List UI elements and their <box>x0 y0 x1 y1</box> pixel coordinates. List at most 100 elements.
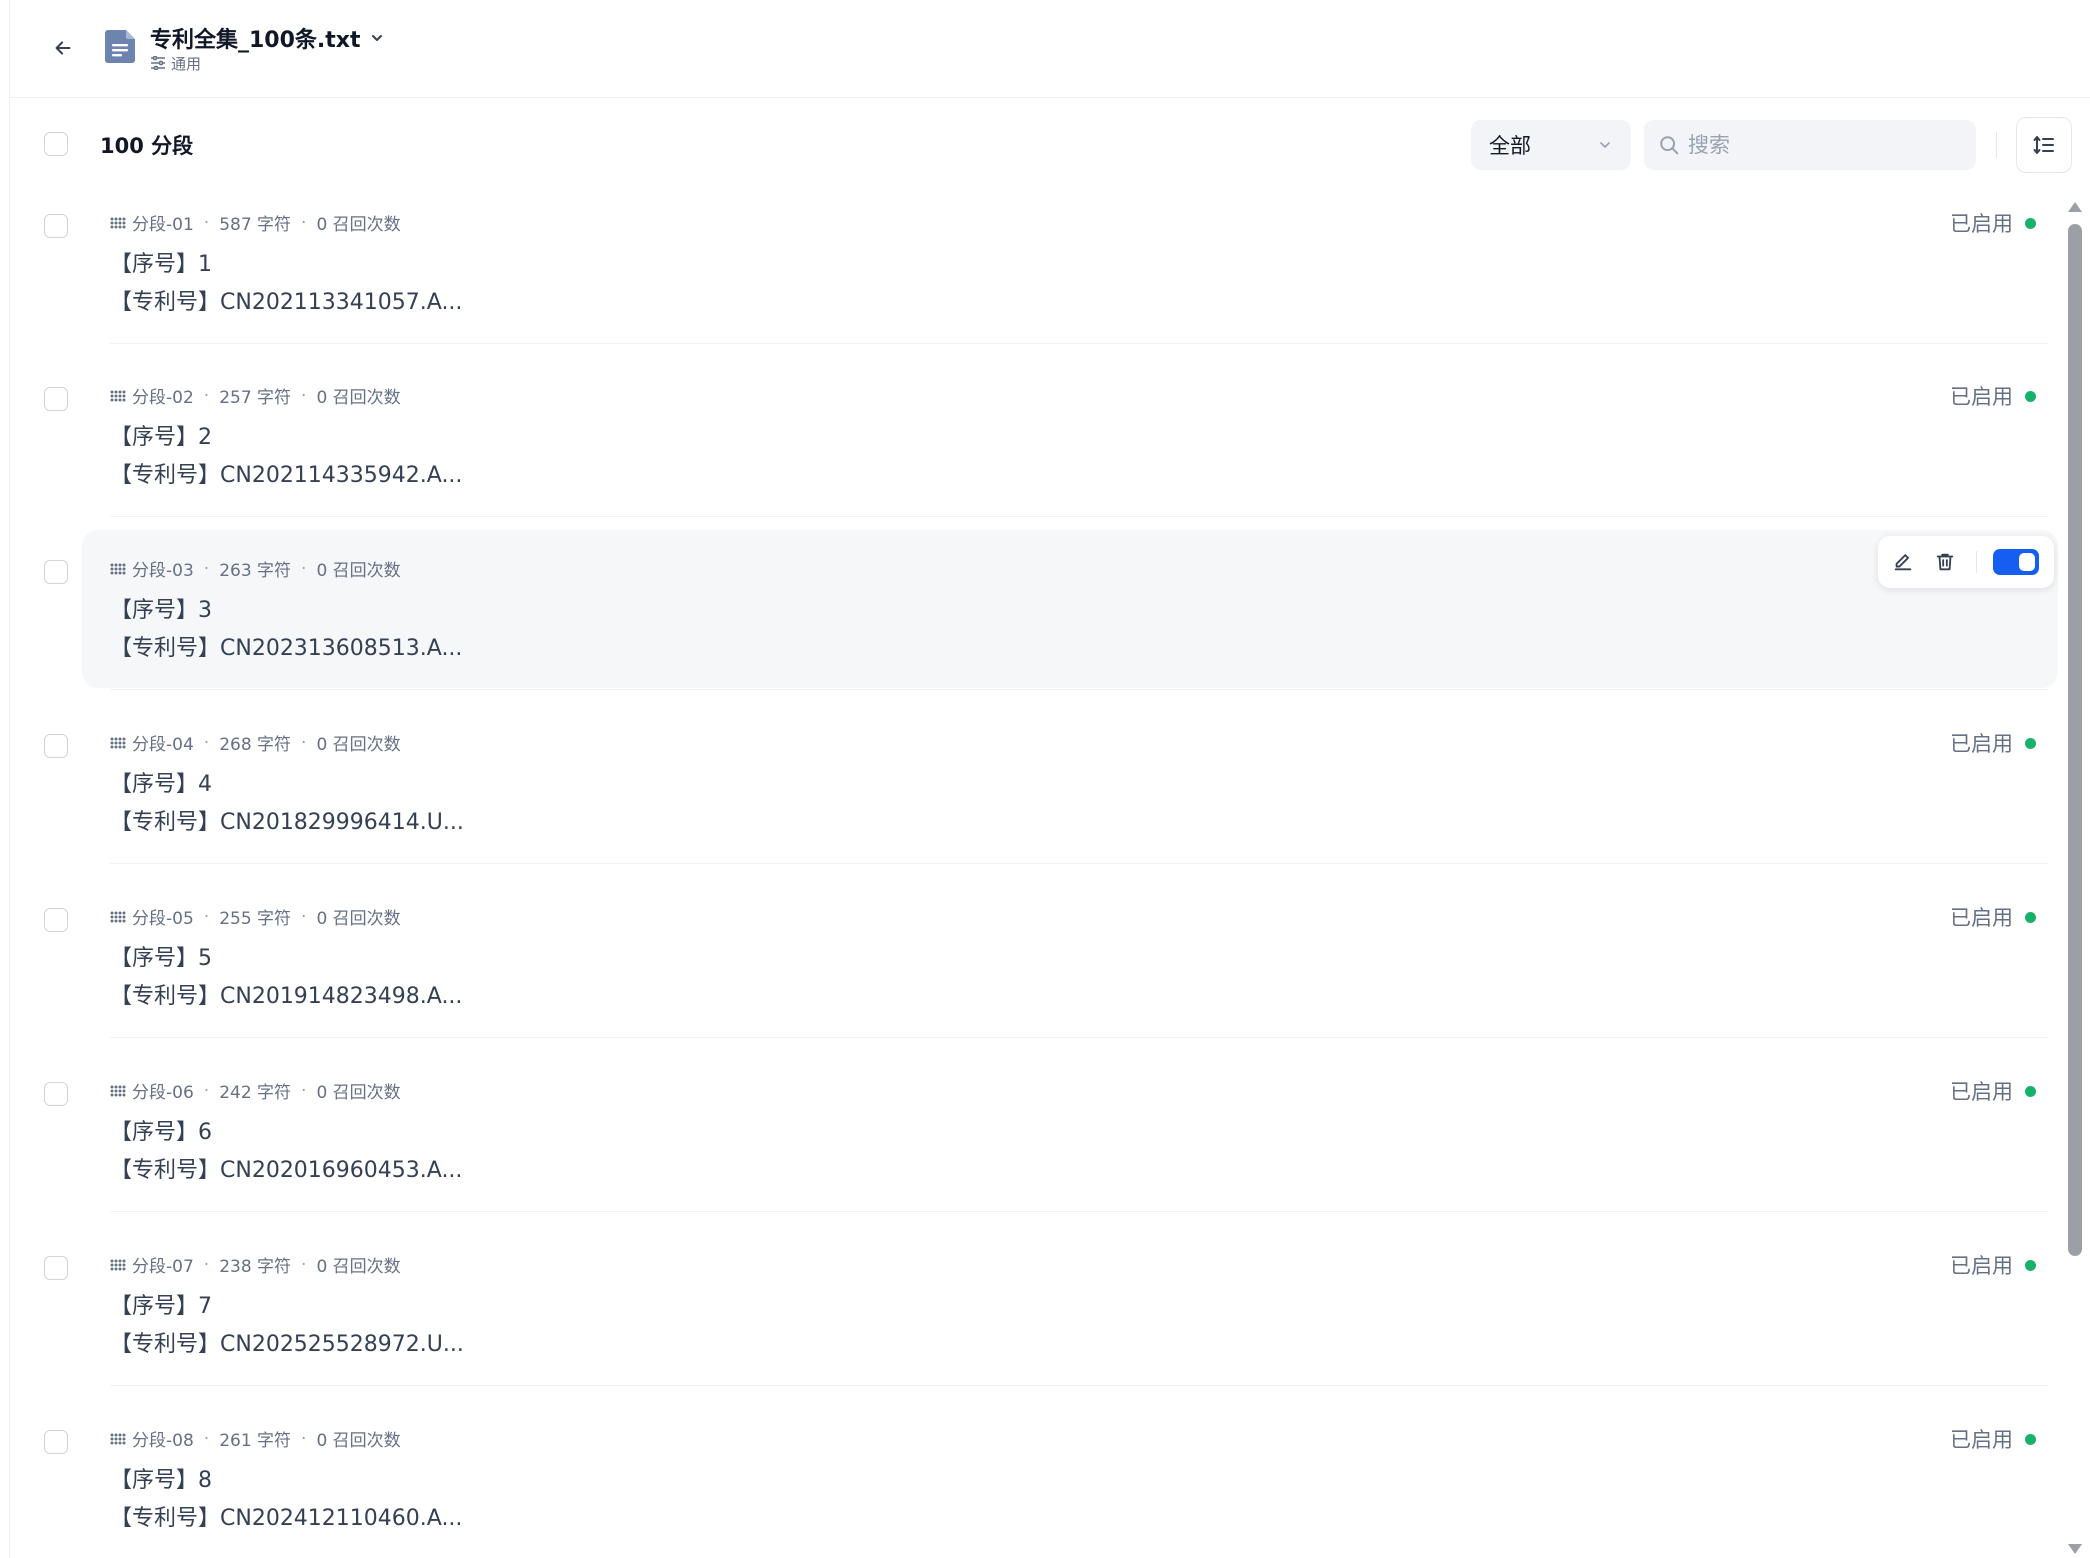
segment-status: 已启用 <box>1950 1076 2036 1106</box>
segment-char-count: 238 字符 <box>219 1257 292 1277</box>
chevron-down-icon <box>371 35 382 41</box>
segment-divider <box>110 516 2048 517</box>
grip-icon <box>110 1259 126 1270</box>
segment-divider <box>110 1385 2048 1386</box>
status-indicator-dot <box>2025 737 2036 749</box>
segment-checkbox[interactable] <box>44 387 68 411</box>
segment-id: 分段-07 <box>132 1257 194 1277</box>
segment-content-line: 【序号】8 <box>110 1468 212 1493</box>
edit-segment-button[interactable] <box>1888 547 1918 577</box>
segment-status-label: 已启用 <box>1950 1428 2013 1452</box>
segment-card[interactable]: 分段-04 · 268 字符 · 0 召回次数 【序号】4 【专利号】CN201… <box>82 704 2058 862</box>
segment-action-bar <box>1878 536 2054 588</box>
segment-row: 分段-05 · 255 字符 · 0 召回次数 【序号】5 【专利号】CN201… <box>10 878 2060 1038</box>
segment-enable-toggle[interactable] <box>1993 549 2039 575</box>
delete-segment-button[interactable] <box>1930 547 1960 577</box>
text-file-icon <box>105 30 135 63</box>
segment-content-line: 【序号】5 <box>110 946 212 971</box>
meta-separator: · <box>203 1428 210 1449</box>
segment-id: 分段-04 <box>132 735 194 755</box>
segment-list: 分段-01 · 587 字符 · 0 召回次数 【序号】1 【专利号】CN202… <box>10 184 2060 1558</box>
segment-row: 分段-06 · 242 字符 · 0 召回次数 【序号】6 【专利号】CN202… <box>10 1052 2060 1212</box>
segment-recall-count: 0 召回次数 <box>316 215 401 235</box>
segment-count: 100 分段 <box>100 134 194 158</box>
segment-content-line: 【专利号】CN202114335942.A... <box>110 463 463 488</box>
segment-checkbox[interactable] <box>44 214 68 238</box>
status-indicator-dot <box>2025 390 2036 402</box>
chevron-down-icon <box>1600 142 1610 148</box>
segment-checkbox[interactable] <box>44 734 68 758</box>
segment-char-count: 257 字符 <box>219 388 292 408</box>
grip-icon <box>110 737 126 748</box>
status-indicator-dot <box>2025 1085 2036 1097</box>
segment-content-line: 【序号】6 <box>110 1120 212 1145</box>
meta-separator: · <box>203 906 210 927</box>
segments-toolbar: 100 分段 全部 <box>10 112 2090 176</box>
back-button[interactable] <box>43 28 83 68</box>
segment-char-count: 242 字符 <box>219 1083 292 1103</box>
meta-separator: · <box>301 1254 307 1275</box>
segment-content-line: 【专利号】CN202016960453.A... <box>110 1158 463 1183</box>
segment-card[interactable]: 分段-07 · 238 字符 · 0 召回次数 【序号】7 【专利号】CN202… <box>82 1226 2058 1384</box>
segment-content-line: 【专利号】CN202313608513.A... <box>110 636 463 661</box>
status-indicator-dot <box>2025 217 2036 229</box>
segment-divider <box>110 689 2048 690</box>
segment-status: 已启用 <box>1950 381 2036 411</box>
segment-checkbox[interactable] <box>44 1256 68 1280</box>
segment-recall-count: 0 召回次数 <box>316 388 401 408</box>
segment-status-label: 已启用 <box>1950 1254 2013 1278</box>
segment-checkbox[interactable] <box>44 560 68 584</box>
grip-icon <box>110 563 126 574</box>
segment-char-count: 587 字符 <box>219 215 292 235</box>
segment-checkbox[interactable] <box>44 1430 68 1454</box>
segment-card[interactable]: 分段-02 · 257 字符 · 0 召回次数 【序号】2 【专利号】CN202… <box>82 357 2058 515</box>
meta-separator: · <box>203 732 210 753</box>
file-selector[interactable]: 专利全集_100条.txt <box>150 22 385 54</box>
search-input[interactable] <box>1688 133 1958 157</box>
page-header: 专利全集_100条.txt 通用 <box>10 0 2090 98</box>
list-scrollbar[interactable] <box>2064 198 2086 1558</box>
segment-divider <box>110 1037 2048 1038</box>
segment-status: 已启用 <box>1950 208 2036 238</box>
status-indicator-dot <box>2025 1433 2036 1445</box>
segment-checkbox[interactable] <box>44 908 68 932</box>
segment-recall-count: 0 召回次数 <box>316 1431 401 1451</box>
list-sort-icon <box>2033 136 2054 154</box>
segment-row: 分段-01 · 587 字符 · 0 召回次数 【序号】1 【专利号】CN202… <box>10 184 2060 344</box>
segment-divider <box>110 1211 2048 1212</box>
segment-card[interactable]: 分段-06 · 242 字符 · 0 召回次数 【序号】6 【专利号】CN202… <box>82 1052 2058 1210</box>
segment-content-line: 【专利号】CN201829996414.U... <box>110 810 464 835</box>
segment-card[interactable]: 分段-08 · 261 字符 · 0 召回次数 【序号】8 【专利号】CN202… <box>82 1400 2058 1558</box>
meta-separator: · <box>203 1080 210 1101</box>
segment-meta: 分段-01 · 587 字符 · 0 召回次数 <box>110 210 401 235</box>
segment-id: 分段-02 <box>132 388 194 408</box>
status-filter-select[interactable]: 全部 <box>1471 120 1631 170</box>
segment-status: 已启用 <box>1950 1250 2036 1280</box>
display-settings-button[interactable] <box>2016 117 2072 173</box>
segment-checkbox[interactable] <box>44 1082 68 1106</box>
segment-card[interactable]: 分段-03 · 263 字符 · 0 召回次数 【序号】3 【专利号】CN202… <box>82 530 2058 688</box>
segment-status: 已启用 <box>1950 902 2036 932</box>
scroll-up-arrow[interactable] <box>2068 202 2082 212</box>
segment-id: 分段-01 <box>132 215 194 235</box>
scrollbar-thumb[interactable] <box>2068 224 2082 1256</box>
segment-meta: 分段-08 · 261 字符 · 0 召回次数 <box>110 1426 401 1451</box>
segment-divider <box>110 863 2048 864</box>
select-all-checkbox[interactable] <box>44 132 68 156</box>
segment-status-label: 已启用 <box>1950 906 2013 930</box>
meta-separator: · <box>301 1428 307 1449</box>
segment-row: 分段-08 · 261 字符 · 0 召回次数 【序号】8 【专利号】CN202… <box>10 1400 2060 1558</box>
status-indicator-dot <box>2025 1259 2036 1271</box>
segment-row: 分段-02 · 257 字符 · 0 召回次数 【序号】2 【专利号】CN202… <box>10 357 2060 517</box>
meta-separator: · <box>203 1254 210 1275</box>
meta-separator: · <box>301 212 307 233</box>
scroll-down-arrow[interactable] <box>2068 1544 2082 1554</box>
segment-content-line: 【序号】3 <box>110 598 212 623</box>
segment-id: 分段-03 <box>132 561 194 581</box>
segment-content-line: 【专利号】CN201914823498.A... <box>110 984 463 1009</box>
segment-card[interactable]: 分段-01 · 587 字符 · 0 召回次数 【序号】1 【专利号】CN202… <box>82 184 2058 342</box>
file-name: 专利全集_100条.txt <box>150 28 361 53</box>
segment-card[interactable]: 分段-05 · 255 字符 · 0 召回次数 【序号】5 【专利号】CN201… <box>82 878 2058 1036</box>
segment-status-label: 已启用 <box>1950 385 2013 409</box>
meta-separator: · <box>203 385 210 406</box>
